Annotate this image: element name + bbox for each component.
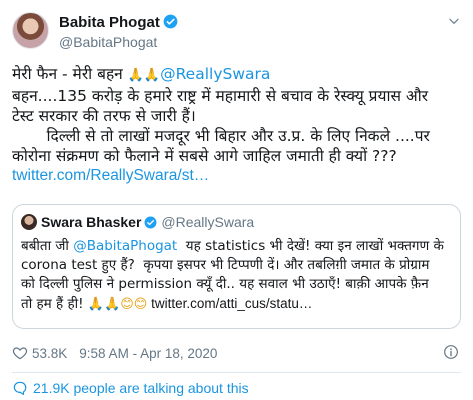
quoted-author-avatar bbox=[21, 214, 37, 230]
like-count[interactable]: 53.8K bbox=[32, 346, 67, 361]
folded-hands-emoji: 🙏🙏 bbox=[127, 68, 161, 83]
quote-line-4-prefix: तो हम हैं ही! bbox=[21, 296, 88, 312]
verified-badge-icon bbox=[144, 216, 157, 229]
heart-icon[interactable] bbox=[12, 345, 28, 361]
tweet-line-1: मेरी फैन - मेरी बहन 🙏🙏@ReallySwara bbox=[12, 64, 461, 86]
tweet-line-5: कोरोना संक्रमण को फैलाने में सबसे आगे जा… bbox=[12, 147, 397, 165]
embedded-tweet-card: Babita Phogat @BabitaPhogat मेरी फैन - म… bbox=[0, 0, 473, 400]
tweet-line-4: दिल्ली से तो लाखों मजदूर भी बिहार और उ.प… bbox=[12, 127, 430, 145]
author-name[interactable]: Babita Phogat bbox=[59, 14, 160, 31]
quote-line-3: को दिल्ली पुलिस ने permission क्यूँ दी..… bbox=[21, 276, 429, 292]
quote-line-1-suffix: यह statistics भी देखें! क्या इन लाखों भक… bbox=[177, 238, 444, 254]
quote-link[interactable]: twitter.com/atti_cus/statu… bbox=[147, 296, 312, 311]
divider bbox=[12, 372, 461, 373]
speech-bubble-icon bbox=[13, 381, 27, 395]
verified-badge-icon bbox=[163, 14, 178, 29]
quoted-author-row: Swara Bhasker @ReallySwara bbox=[41, 214, 254, 230]
info-icon[interactable] bbox=[443, 344, 459, 360]
talking-count[interactable]: 21.9K people are talking about this bbox=[33, 380, 249, 396]
quote-line-4: तो हम हैं ही! 🙏🙏😊😊 twitter.com/atti_cus/… bbox=[21, 294, 451, 314]
author-name-row[interactable]: Babita Phogat bbox=[59, 14, 178, 31]
quoted-tweet[interactable]: Swara Bhasker @ReallySwara बबीता जी @Babi… bbox=[12, 204, 461, 329]
mention-link[interactable]: @ReallySwara bbox=[160, 65, 270, 83]
tweet-link[interactable]: twitter.com/ReallySwara/st… bbox=[12, 166, 461, 186]
quoted-author-name: Swara Bhasker bbox=[41, 214, 142, 230]
author-avatar[interactable] bbox=[12, 12, 49, 49]
conversation-link[interactable]: 21.9K people are talking about this bbox=[12, 380, 249, 396]
quote-line-1: बबीता जी @BabitaPhogat यह statistics भी … bbox=[21, 237, 451, 256]
quote-emoji: 🙏🙏😊😊 bbox=[87, 297, 148, 312]
tweet-text: मेरी फैन - मेरी बहन 🙏🙏@ReallySwara बहन..… bbox=[12, 64, 461, 186]
tweet-timestamp[interactable]: 9:58 AM - Apr 18, 2020 bbox=[79, 346, 217, 361]
tweet-line-3: टेस्ट सरकार की तरफ से जारी हैं। bbox=[12, 107, 196, 125]
author-handle[interactable]: @BabitaPhogat bbox=[59, 34, 157, 50]
quoted-author-handle: @ReallySwara bbox=[161, 214, 255, 230]
tweet-meta: 53.8K 9:58 AM - Apr 18, 2020 bbox=[12, 345, 217, 361]
quote-mention-link[interactable]: @BabitaPhogat bbox=[73, 238, 177, 254]
tweet-line-1-text: मेरी फैन - मेरी बहन bbox=[12, 65, 128, 83]
tweet-line-2: बहन....135 करोड़ के हमारे राष्ट्र में मह… bbox=[12, 87, 429, 105]
tweet-header: Babita Phogat @BabitaPhogat bbox=[12, 12, 461, 56]
quoted-tweet-text: बबीता जी @BabitaPhogat यह statistics भी … bbox=[21, 237, 451, 314]
chevron-down-icon[interactable] bbox=[447, 14, 461, 28]
quote-line-1-prefix: बबीता जी bbox=[21, 238, 74, 254]
quote-line-2: corona test हुए हैं? कृपया इसपर भी टिप्प… bbox=[21, 257, 430, 273]
